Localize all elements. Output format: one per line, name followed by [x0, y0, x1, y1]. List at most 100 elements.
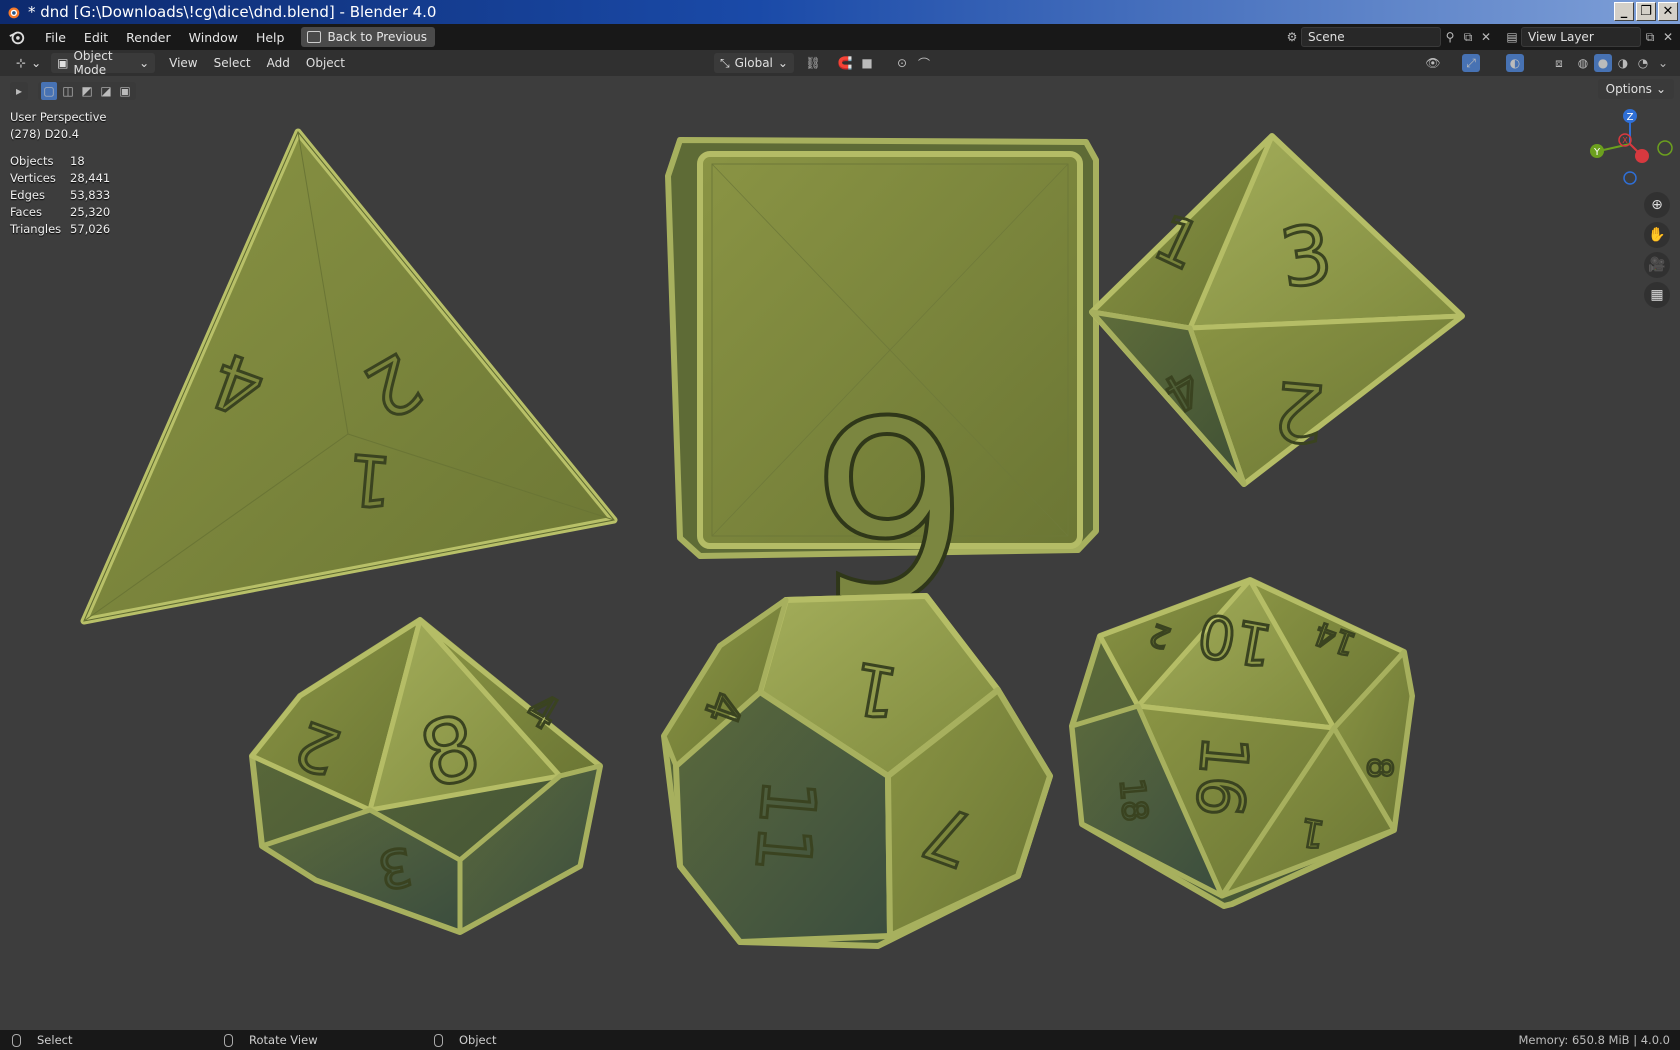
status-bar: Select Rotate View Object Memory: 650.8 …	[0, 1030, 1680, 1050]
select-subtract-icon[interactable]: ◩	[79, 82, 95, 100]
snap-target-icon[interactable]: ■	[858, 54, 876, 72]
d20-number-16: 16	[1181, 732, 1262, 820]
delete-view-layer-icon[interactable]: ✕	[1659, 28, 1677, 46]
chevron-down-icon: ⌄	[139, 56, 150, 70]
scene-statistics: Objects 18 Vertices 28,441 Edges 53,833 Fac…	[10, 154, 110, 239]
status-object-label: Object	[459, 1033, 497, 1047]
proportional-edit-icon[interactable]: ⊙	[893, 54, 911, 72]
d20-number-8: 8	[1359, 757, 1399, 779]
stat-value: 18	[70, 154, 85, 168]
orientation-icon: ⤡	[720, 55, 730, 70]
select-extend-icon[interactable]: ◫	[60, 82, 76, 100]
view-layer-icon[interactable]: ▤	[1503, 28, 1521, 46]
memory-info: Memory: 650.8 MiB | 4.0.0	[1518, 1033, 1671, 1047]
solid-shading-icon[interactable]: ●	[1594, 54, 1612, 72]
material-shading-icon[interactable]: ◑	[1614, 54, 1632, 72]
pivot-icon[interactable]: ⛓	[804, 54, 822, 72]
window-title: * dnd [G:\Downloads\!cg\dice\dnd.blend] …	[28, 3, 437, 21]
view-layer-field[interactable]: View Layer	[1521, 27, 1641, 47]
transform-orientation-dropdown[interactable]: ⤡ Global ⌄	[714, 53, 794, 73]
status-select: Select	[12, 1033, 72, 1047]
blender-logo-icon	[8, 7, 20, 19]
d6-die[interactable]: 6	[665, 137, 1099, 652]
minimize-button[interactable]: _	[1614, 2, 1634, 21]
d8-number-2: 2	[1269, 363, 1328, 460]
d8-die[interactable]: 3 1 2 4	[1089, 133, 1465, 487]
select-intersect-icon[interactable]: ▣	[117, 82, 133, 100]
select-new-icon[interactable]: ▢	[41, 82, 57, 100]
x-axis-handle[interactable]	[1635, 149, 1649, 163]
select-invert-icon[interactable]: ◪	[98, 82, 114, 100]
falloff-icon[interactable]: ⌒	[915, 54, 933, 72]
active-object-label: (278) D20.4	[10, 127, 80, 141]
3d-viewport[interactable]: 4 2 1 6 3 1 2 4 8 2 4 3 1 4 11 7 10 14 1…	[0, 76, 1680, 1030]
menu-view[interactable]: View	[161, 56, 205, 70]
toolbar-toggle-icon[interactable]: ▸	[10, 82, 28, 100]
dice-scene[interactable]: 4 2 1 6 3 1 2 4 8 2 4 3 1 4 11 7 10 14 1…	[0, 76, 1680, 1030]
d10-die[interactable]: 8 2 4 3	[249, 617, 603, 935]
transform-orientation-label: Global	[734, 56, 773, 70]
stat-label: Faces	[10, 205, 42, 219]
editor-type-dropdown[interactable]: ⊹ ⌄	[10, 53, 47, 73]
viewport-info-overlay: User Perspective (278) D20.4	[10, 110, 106, 144]
stat-value: 25,320	[70, 205, 111, 219]
options-label: Options	[1605, 82, 1652, 96]
menu-render[interactable]: Render	[117, 30, 180, 45]
rendered-shading-icon[interactable]: ◔	[1634, 54, 1652, 72]
stat-label: Objects	[10, 154, 54, 168]
back-to-previous-button[interactable]: Back to Previous	[301, 27, 435, 47]
options-dropdown[interactable]: Options ⌄	[1597, 79, 1674, 99]
navigation-gizmo[interactable]: Z Y X	[1585, 106, 1675, 186]
scene-icon[interactable]: ⚙	[1283, 28, 1301, 46]
mouse-middle-icon	[224, 1033, 233, 1047]
d12-die[interactable]: 1 4 11 7	[661, 593, 1053, 949]
viewport-header: ⊹ ⌄ ▣ Object Mode ⌄ View Select Add Objec…	[0, 49, 1680, 77]
y-axis-neg-handle[interactable]	[1657, 140, 1673, 156]
new-view-layer-icon[interactable]: ⧉	[1641, 28, 1659, 46]
xray-icon[interactable]: ⧈	[1550, 54, 1568, 72]
status-rotate: Rotate View	[224, 1033, 318, 1047]
menu-edit[interactable]: Edit	[75, 30, 117, 45]
zoom-icon[interactable]: ⊕	[1644, 192, 1670, 218]
visibility-icon[interactable]: 👁	[1424, 54, 1442, 72]
menu-file[interactable]: File	[36, 30, 75, 45]
blender-menu-icon[interactable]	[8, 28, 26, 46]
menu-object[interactable]: Object	[298, 56, 353, 70]
mode-dropdown[interactable]: ▣ Object Mode ⌄	[51, 49, 156, 77]
chevron-down-icon: ⌄	[1655, 82, 1666, 96]
shading-options-icon[interactable]: ⌄	[1654, 54, 1672, 72]
scene-field[interactable]: Scene	[1301, 27, 1441, 47]
menu-window[interactable]: Window	[180, 30, 247, 45]
stat-label: Triangles	[10, 222, 62, 236]
wireframe-shading-icon[interactable]: ◍	[1574, 54, 1592, 72]
pan-hand-icon[interactable]: ✋	[1644, 222, 1670, 248]
stat-label: Vertices	[10, 171, 56, 185]
d4-number-1: 1	[344, 437, 396, 523]
d20-die[interactable]: 10 14 16 8 1 18 2	[1069, 577, 1415, 909]
overlay-toggle-icon[interactable]: ◐	[1506, 54, 1524, 72]
camera-view-icon[interactable]: 🎥	[1644, 252, 1670, 278]
z-axis-neg-handle[interactable]	[1623, 171, 1637, 185]
pin-icon[interactable]: ⚲	[1441, 28, 1459, 46]
menu-add[interactable]: Add	[259, 56, 298, 70]
snap-icon[interactable]: 🧲	[836, 54, 854, 72]
d20-number-10: 10	[1193, 600, 1277, 680]
restore-button[interactable]: ❐	[1636, 2, 1656, 21]
view-layer-name: View Layer	[1528, 30, 1594, 44]
d4-die[interactable]: 4 2 1	[80, 128, 618, 625]
close-button[interactable]: ✕	[1658, 2, 1678, 21]
top-menu-bar: File Edit Render Window Help Back to Pre…	[0, 24, 1680, 50]
y-axis-label: Y	[1593, 147, 1601, 158]
stat-value: 57,026	[70, 222, 111, 236]
z-axis-label: Z	[1627, 112, 1634, 123]
stat-value: 28,441	[70, 171, 111, 185]
new-scene-icon[interactable]: ⧉	[1459, 28, 1477, 46]
delete-scene-icon[interactable]: ✕	[1477, 28, 1495, 46]
gizmo-toggle-icon[interactable]: ⤢	[1462, 54, 1480, 72]
mouse-left-icon	[12, 1033, 21, 1047]
ortho-grid-icon[interactable]: ▦	[1644, 282, 1670, 308]
mouse-right-icon	[434, 1033, 443, 1047]
menu-select[interactable]: Select	[206, 56, 259, 70]
menu-help[interactable]: Help	[247, 30, 294, 45]
scene-name: Scene	[1308, 30, 1345, 44]
